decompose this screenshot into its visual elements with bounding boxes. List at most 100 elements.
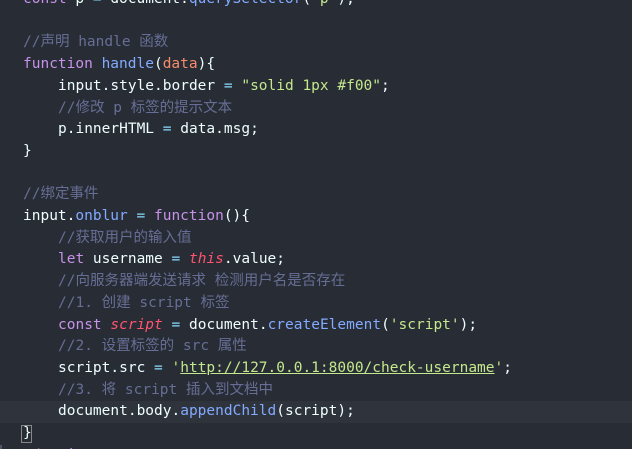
code-line-content: //修改 p 标签的提示文本 xyxy=(58,98,232,120)
code-token: //3. 将 script 插入到文档中 xyxy=(58,381,273,398)
code-line-content: function handle(data){ xyxy=(23,54,215,76)
code-token: (script); xyxy=(276,403,355,420)
code-line[interactable]: //绑定事件 xyxy=(0,184,632,206)
code-token: ' xyxy=(171,359,181,376)
code-line[interactable] xyxy=(0,11,632,33)
code-token: document. xyxy=(102,0,189,7)
code-token: //修改 p 标签的提示文本 xyxy=(58,99,233,116)
code-line[interactable]: //修改 p 标签的提示文本 xyxy=(0,98,632,120)
code-token: ' xyxy=(494,359,504,376)
code-line[interactable]: const script = document.createElement('s… xyxy=(0,315,632,337)
code-token: onblur xyxy=(75,208,128,224)
code-line[interactable]: function handle(data){ xyxy=(0,54,632,76)
code-line[interactable]: } xyxy=(0,141,632,163)
code-line[interactable]: input.onblur = function(){ xyxy=(0,206,632,228)
code-token: //1. 创建 script 标签 xyxy=(58,294,230,311)
code-token: p xyxy=(67,0,93,7)
code-line-content: let username = this.value; xyxy=(58,249,285,271)
code-token: script.src xyxy=(58,359,155,376)
code-token: input. xyxy=(23,208,76,224)
code-line[interactable]: //声明 handle 函数 xyxy=(0,32,632,54)
code-token: = xyxy=(223,77,233,94)
code-token: http://127.0.0.1:8000/check-username xyxy=(180,359,495,376)
code-token: ){ xyxy=(197,56,216,73)
code-token: //2. 设置标签的 src 属性 xyxy=(58,338,247,355)
code-token: ( xyxy=(302,0,311,7)
code-line-content: //声明 handle 函数 xyxy=(23,32,168,54)
code-line[interactable]: script.src = 'http://127.0.0.1:8000/chec… xyxy=(0,358,632,380)
code-token: data xyxy=(162,56,198,73)
code-token: document. xyxy=(180,316,268,333)
code-token: data.msg; xyxy=(171,121,259,138)
code-line[interactable]: //获取用户的输入值 xyxy=(0,228,632,250)
code-line-content: //2. 设置标签的 src 属性 xyxy=(58,336,247,358)
code-line-content: const script = document.createElement('s… xyxy=(58,315,477,337)
code-line[interactable]: //向服务器端发送请求 检测用户名是否存在 xyxy=(0,271,632,293)
code-token: ( xyxy=(153,56,163,73)
code-line[interactable] xyxy=(0,163,632,185)
code-token: querySelector xyxy=(189,0,303,7)
code-token: //声明 handle 函数 xyxy=(23,34,169,51)
code-token: = xyxy=(162,121,172,138)
code-line[interactable]: const p = document.querySelector('p'); xyxy=(0,0,632,11)
code-token: //获取用户的输入值 xyxy=(58,229,192,246)
code-token: username xyxy=(84,251,172,268)
code-token: = xyxy=(171,251,181,268)
code-line[interactable]: input.style.border = "solid 1px #f00"; xyxy=(0,76,632,98)
code-token: createElement xyxy=(267,316,382,333)
code-editor[interactable]: const p = document.querySelector('p');//… xyxy=(0,0,632,449)
code-token: //向服务器端发送请求 检测用户名是否存在 xyxy=(58,273,346,290)
code-line-content: p.innerHTML = data.msg; xyxy=(58,119,259,141)
code-line[interactable]: //1. 创建 script 标签 xyxy=(0,293,632,315)
code-line[interactable]: document.body.appendChild(script); xyxy=(0,401,632,423)
code-token: .value; xyxy=(223,251,286,268)
code-token: = xyxy=(93,0,102,7)
code-token: //绑定事件 xyxy=(23,186,99,203)
code-token: ; xyxy=(381,77,390,94)
code-token: script xyxy=(110,316,163,333)
code-line-content: const p = document.querySelector('p'); xyxy=(23,0,355,11)
code-token: ); xyxy=(459,316,478,333)
code-token: handle xyxy=(101,56,154,73)
code-token: "solid 1px #f00" xyxy=(241,77,382,94)
code-token: document.body. xyxy=(58,403,181,420)
fold-gutter-indicator xyxy=(0,444,2,449)
code-token: } xyxy=(23,142,32,159)
code-token: const xyxy=(23,0,67,7)
code-token: ); xyxy=(337,0,354,7)
code-line-content: //1. 创建 script 标签 xyxy=(58,293,230,315)
code-line[interactable]: </script> xyxy=(0,445,632,449)
code-token: = xyxy=(154,359,163,376)
code-token: this xyxy=(188,251,224,268)
code-line[interactable]: let username = this.value; xyxy=(0,249,632,271)
code-token: 'p' xyxy=(311,0,337,7)
code-line-content: //3. 将 script 插入到文档中 xyxy=(58,380,273,402)
code-line-content: //向服务器端发送请求 检测用户名是否存在 xyxy=(58,271,345,293)
code-line[interactable]: p.innerHTML = data.msg; xyxy=(0,119,632,141)
code-line[interactable]: //2. 设置标签的 src 属性 xyxy=(0,336,632,358)
bracket-match-highlight xyxy=(21,425,32,443)
code-token: let xyxy=(58,251,85,268)
code-token: appendChild xyxy=(180,403,277,420)
code-line-content: </script> xyxy=(23,445,102,449)
code-line[interactable]: //3. 将 script 插入到文档中 xyxy=(0,380,632,402)
code-line-content: //获取用户的输入值 xyxy=(58,228,191,250)
code-line-content: script.src = 'http://127.0.0.1:8000/chec… xyxy=(58,358,512,380)
code-token: ; xyxy=(503,359,512,376)
code-token: 'script' xyxy=(389,316,460,333)
code-line-content: document.body.appendChild(script); xyxy=(58,401,355,423)
code-token: ( xyxy=(381,316,390,333)
code-token: (){ xyxy=(223,208,251,224)
code-line[interactable]: } xyxy=(0,423,632,445)
code-line-content: input.onblur = function(){ xyxy=(23,206,250,228)
code-token: input.style.border xyxy=(58,77,224,94)
code-token: function xyxy=(23,56,93,73)
code-token: function xyxy=(153,208,224,224)
code-token: p.innerHTML xyxy=(58,121,163,138)
